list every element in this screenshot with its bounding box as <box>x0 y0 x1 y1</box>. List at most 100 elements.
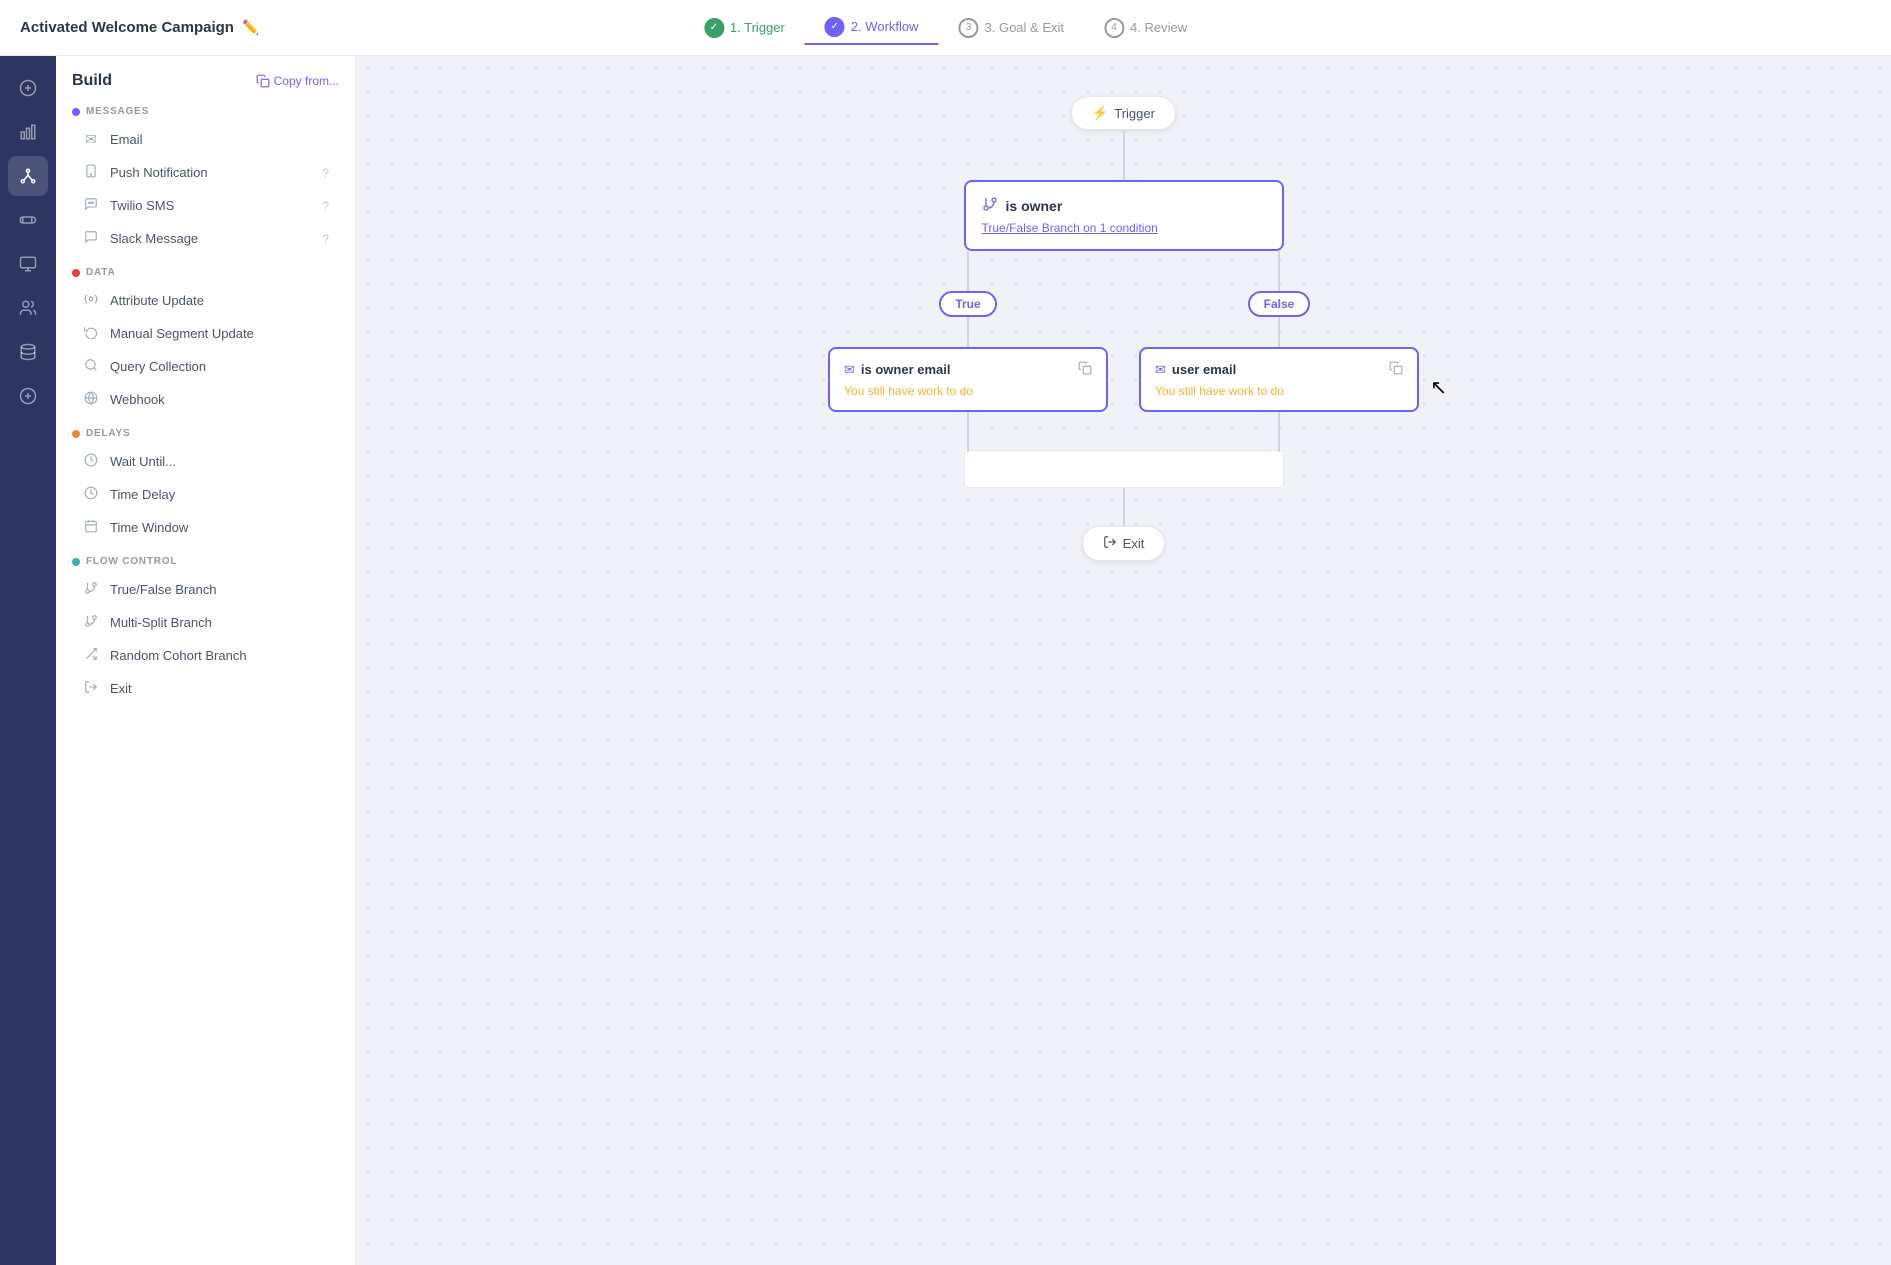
time-window-icon <box>82 519 100 536</box>
copy-from-button[interactable]: Copy from... <box>256 74 339 88</box>
owner-email-node[interactable]: ✉ is owner email You still have work to … <box>828 347 1108 412</box>
sidebar-item-email[interactable]: ✉ Email <box>72 123 339 156</box>
step-review-label: 4. Review <box>1130 20 1187 35</box>
panel-title: Build <box>72 72 112 90</box>
user-email-title: user email <box>1172 362 1236 377</box>
user-email-node[interactable]: ✉ user email You still have work to do ↖ <box>1139 347 1419 412</box>
sidebar-item-true-false-branch[interactable]: True/False Branch <box>72 573 339 606</box>
attribute-update-label: Attribute Update <box>110 293 329 308</box>
query-collection-icon <box>82 358 100 375</box>
true-v-connector-2 <box>967 317 969 347</box>
exit-label-canvas: Exit <box>1123 536 1145 551</box>
query-collection-label: Query Collection <box>110 359 329 374</box>
nav-icon-home[interactable] <box>8 68 48 108</box>
edit-icon[interactable]: ✏️ <box>242 19 259 36</box>
messages-label: MESSAGES <box>86 106 149 117</box>
sidebar-item-attribute-update[interactable]: Attribute Update <box>72 284 339 317</box>
sidebar-item-slack-message[interactable]: Slack Message ? <box>72 222 339 255</box>
true-branch-badge[interactable]: True <box>939 291 996 317</box>
nav-icon-data[interactable] <box>8 332 48 372</box>
branch-node-icon <box>982 196 998 215</box>
branch-node-header: is owner <box>982 196 1266 215</box>
webhook-icon <box>82 391 100 408</box>
push-notification-label: Push Notification <box>110 165 312 180</box>
branch-split: True ✉ is owner email <box>814 251 1434 452</box>
owner-email-copy-badge[interactable] <box>1078 361 1092 378</box>
branch-arms-container: True ✉ is owner email <box>814 251 1434 486</box>
left-panel: Build Copy from... MESSAGES ✉ Email Push… <box>56 56 356 1265</box>
twilio-sms-icon <box>82 197 100 214</box>
trigger-label: Trigger <box>1114 106 1155 121</box>
owner-email-header: ✉ is owner email <box>844 361 1092 378</box>
sidebar-item-push-notification[interactable]: Push Notification ? <box>72 156 339 189</box>
section-messages: MESSAGES <box>72 106 339 117</box>
sidebar-item-multi-split-branch[interactable]: Multi-Split Branch <box>72 606 339 639</box>
sidebar-item-random-cohort-branch[interactable]: Random Cohort Branch <box>72 639 339 672</box>
twilio-sms-label: Twilio SMS <box>110 198 312 213</box>
nav-icon-people[interactable] <box>8 288 48 328</box>
user-email-copy-badge[interactable] <box>1389 361 1403 378</box>
step-review-circle: 4 <box>1104 18 1124 38</box>
exit-icon <box>82 680 100 697</box>
sidebar-item-twilio-sms[interactable]: Twilio SMS ? <box>72 189 339 222</box>
exit-icon-canvas <box>1103 535 1117 552</box>
header-steps: ✓ 1. Trigger ✓ 2. Workflow 3 3. Goal & E… <box>684 11 1207 45</box>
nav-icon-journey[interactable] <box>8 156 48 196</box>
nav-icon-plus[interactable] <box>8 376 48 416</box>
flow-container: ⚡ Trigger is owner True/False Branch on … <box>724 96 1524 1225</box>
time-delay-label: Time Delay <box>110 487 329 502</box>
attribute-update-icon <box>82 292 100 309</box>
owner-email-title: is owner email <box>861 362 951 377</box>
true-false-branch-label: True/False Branch <box>110 582 329 597</box>
branch-node-subtitle: True/False Branch on 1 condition <box>982 221 1266 235</box>
exit-node[interactable]: Exit <box>1082 526 1166 561</box>
sidebar-item-manual-segment-update[interactable]: Manual Segment Update <box>72 317 339 350</box>
step-workflow[interactable]: ✓ 2. Workflow <box>805 11 939 45</box>
sidebar-item-wait-until[interactable]: Wait Until... <box>72 445 339 478</box>
trigger-lightning-icon: ⚡ <box>1092 105 1108 121</box>
condition-link[interactable]: 1 condition <box>1100 221 1158 235</box>
delays-dot <box>72 430 80 438</box>
user-email-icon: ✉ <box>1155 362 1166 378</box>
section-delays: DELAYS <box>72 428 339 439</box>
step-goal-circle: 3 <box>959 18 979 38</box>
sidebar-item-time-delay[interactable]: Time Delay <box>72 478 339 511</box>
sidebar-item-webhook[interactable]: Webhook <box>72 383 339 416</box>
twilio-sms-help-icon[interactable]: ? <box>322 199 329 213</box>
branch-node[interactable]: is owner True/False Branch on 1 conditio… <box>964 180 1284 251</box>
nav-icon-megaphone[interactable] <box>8 200 48 240</box>
nav-sidebar <box>0 56 56 1265</box>
connector-merge-to-exit <box>1123 486 1125 526</box>
multi-split-branch-icon <box>82 614 100 631</box>
random-cohort-branch-label: Random Cohort Branch <box>110 648 329 663</box>
step-trigger[interactable]: ✓ 1. Trigger <box>684 12 805 44</box>
push-notification-help-icon[interactable]: ? <box>322 166 329 180</box>
trigger-node[interactable]: ⚡ Trigger <box>1071 96 1176 130</box>
merge-box <box>964 450 1284 488</box>
header-title-group: Activated Welcome Campaign ✏️ <box>20 19 259 36</box>
step-goal[interactable]: 3 3. Goal & Exit <box>939 12 1084 44</box>
sidebar-item-query-collection[interactable]: Query Collection <box>72 350 339 383</box>
main-layout: Build Copy from... MESSAGES ✉ Email Push… <box>0 56 1891 1265</box>
canvas: ⚡ Trigger is owner True/False Branch on … <box>356 56 1891 1265</box>
nav-icon-monitor[interactable] <box>8 244 48 284</box>
messages-dot <box>72 108 80 116</box>
header: Activated Welcome Campaign ✏️ ✓ 1. Trigg… <box>0 0 1891 56</box>
true-v-connector-3 <box>967 412 969 452</box>
slack-message-icon <box>82 230 100 247</box>
nav-icon-chart[interactable] <box>8 112 48 152</box>
false-branch-badge[interactable]: False <box>1248 291 1311 317</box>
manual-segment-update-icon <box>82 325 100 342</box>
exit-label: Exit <box>110 681 329 696</box>
user-email-subtitle: You still have work to do <box>1155 384 1403 398</box>
slack-message-help-icon[interactable]: ? <box>322 232 329 246</box>
section-data: DATA <box>72 267 339 278</box>
email-label: Email <box>110 132 329 147</box>
campaign-title: Activated Welcome Campaign <box>20 19 234 36</box>
sidebar-item-exit[interactable]: Exit <box>72 672 339 705</box>
webhook-label: Webhook <box>110 392 329 407</box>
push-notification-icon <box>82 164 100 181</box>
step-review[interactable]: 4 4. Review <box>1084 12 1207 44</box>
delays-label: DELAYS <box>86 428 130 439</box>
sidebar-item-time-window[interactable]: Time Window <box>72 511 339 544</box>
